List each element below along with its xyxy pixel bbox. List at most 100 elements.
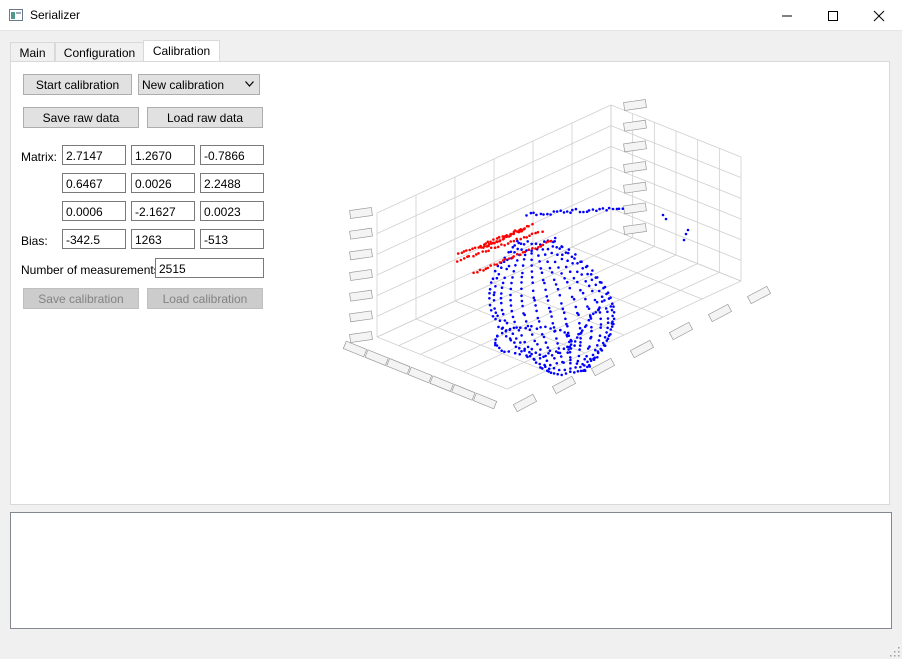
data-point-blue bbox=[498, 346, 501, 350]
data-point-blue bbox=[607, 334, 611, 338]
data-point-blue bbox=[605, 209, 608, 212]
data-point-blue bbox=[568, 350, 572, 354]
data-point-red bbox=[493, 241, 496, 245]
data-point-blue bbox=[569, 347, 573, 350]
data-point-blue bbox=[606, 326, 609, 330]
data-point-red bbox=[462, 250, 466, 253]
data-point-blue bbox=[549, 371, 553, 375]
close-icon bbox=[873, 10, 885, 22]
data-point-blue bbox=[598, 207, 601, 211]
data-point-blue bbox=[574, 305, 578, 309]
data-point-blue bbox=[528, 350, 531, 354]
data-point-blue bbox=[562, 311, 566, 314]
data-point-blue bbox=[552, 366, 556, 370]
data-point-blue bbox=[566, 345, 569, 349]
data-point-blue bbox=[544, 354, 547, 358]
data-point-blue bbox=[600, 295, 604, 298]
data-point-blue bbox=[525, 354, 528, 357]
data-point-blue bbox=[519, 341, 522, 344]
data-point-blue bbox=[584, 280, 587, 283]
data-point-blue bbox=[535, 213, 538, 217]
maximize-button[interactable] bbox=[810, 0, 856, 31]
data-point-blue bbox=[509, 338, 513, 342]
data-point-blue bbox=[539, 267, 543, 270]
data-point-red bbox=[500, 243, 503, 246]
data-point-blue bbox=[547, 352, 550, 355]
data-point-blue bbox=[494, 341, 497, 345]
data-point-red bbox=[489, 246, 493, 250]
data-point-blue bbox=[520, 275, 524, 279]
close-button[interactable] bbox=[856, 0, 902, 31]
data-point-red bbox=[465, 249, 468, 252]
data-point-blue bbox=[602, 344, 606, 347]
data-point-blue bbox=[565, 210, 569, 213]
data-point-blue bbox=[542, 335, 546, 339]
data-point-blue bbox=[573, 257, 576, 260]
data-point-blue bbox=[567, 248, 571, 251]
data-point-red bbox=[512, 239, 516, 243]
data-point-blue bbox=[488, 291, 491, 295]
data-point-blue bbox=[591, 353, 595, 357]
data-point-blue bbox=[488, 287, 492, 291]
data-point-blue bbox=[593, 298, 597, 302]
tab-configuration[interactable]: Configuration bbox=[55, 42, 144, 62]
data-point-blue bbox=[546, 260, 549, 263]
data-point-blue bbox=[553, 260, 557, 264]
data-point-blue bbox=[621, 207, 625, 210]
data-point-blue bbox=[488, 303, 492, 307]
resize-grip-icon[interactable] bbox=[890, 647, 900, 657]
tab-main[interactable]: Main bbox=[10, 42, 55, 62]
data-point-red bbox=[483, 244, 486, 248]
minimize-button[interactable] bbox=[764, 0, 810, 31]
data-point-blue bbox=[493, 291, 496, 294]
data-point-blue bbox=[504, 330, 508, 333]
data-point-blue bbox=[515, 337, 518, 340]
data-point-blue bbox=[579, 341, 582, 344]
data-point-blue bbox=[544, 341, 548, 344]
data-point-blue bbox=[534, 242, 538, 245]
data-point-blue bbox=[569, 343, 573, 346]
data-point-blue bbox=[521, 264, 525, 267]
data-point-blue bbox=[556, 342, 559, 345]
data-point-blue bbox=[524, 320, 528, 323]
data-point-blue bbox=[566, 324, 569, 328]
data-point-blue bbox=[509, 287, 513, 291]
data-point-blue bbox=[599, 317, 602, 321]
data-point-blue bbox=[509, 298, 512, 302]
data-point-blue bbox=[599, 323, 603, 326]
axis-tick-label bbox=[551, 375, 577, 395]
axis-tick-label bbox=[623, 223, 647, 235]
data-point-blue bbox=[603, 336, 607, 339]
data-point-red bbox=[459, 258, 463, 262]
data-point-blue bbox=[538, 357, 542, 360]
data-point-red bbox=[547, 240, 550, 243]
data-point-blue bbox=[546, 346, 550, 349]
data-point-red bbox=[462, 257, 466, 260]
data-point-blue bbox=[520, 281, 523, 284]
data-point-blue bbox=[520, 248, 523, 251]
data-point-blue bbox=[528, 328, 532, 332]
axis-tick-label bbox=[349, 248, 373, 261]
data-point-blue bbox=[564, 265, 568, 269]
data-point-blue bbox=[561, 307, 565, 311]
data-point-blue bbox=[523, 349, 526, 352]
data-point-red bbox=[536, 230, 540, 234]
data-point-blue bbox=[550, 315, 553, 318]
axis-tick-label bbox=[342, 340, 368, 358]
data-point-blue bbox=[596, 356, 599, 359]
data-point-blue bbox=[573, 344, 576, 347]
data-point-blue bbox=[562, 361, 565, 364]
data-point-red bbox=[508, 257, 511, 260]
log-output-area[interactable] bbox=[10, 512, 892, 629]
data-point-blue bbox=[576, 280, 579, 284]
scatter-3d-plot[interactable] bbox=[11, 62, 889, 504]
data-point-blue bbox=[518, 346, 521, 350]
data-point-blue bbox=[530, 264, 533, 267]
data-point-blue bbox=[563, 368, 567, 372]
data-point-blue bbox=[520, 350, 523, 353]
data-point-red bbox=[471, 247, 474, 250]
data-point-blue bbox=[532, 296, 536, 299]
tab-calibration[interactable]: Calibration bbox=[143, 40, 220, 62]
data-point-blue bbox=[684, 232, 688, 236]
data-point-red bbox=[503, 244, 506, 247]
